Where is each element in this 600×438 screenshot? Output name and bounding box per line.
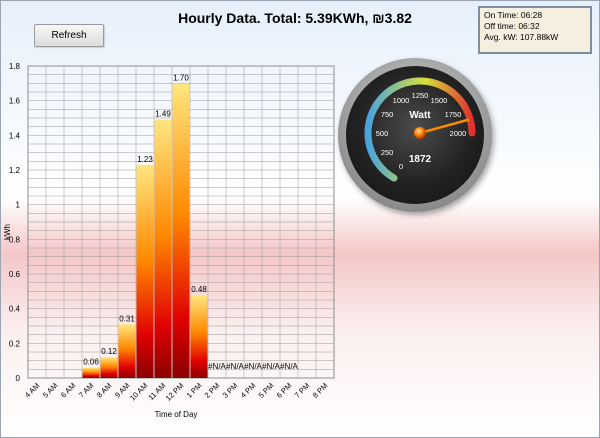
y-tick-label: 1.2: [9, 166, 21, 175]
data-label: 0.31: [119, 314, 135, 323]
x-tick-label: 4 AM: [23, 381, 41, 399]
x-axis-label: Time of Day: [155, 410, 198, 419]
x-tick-label: 12 PM: [164, 381, 186, 403]
gauge-tick: 1750: [445, 110, 462, 119]
data-label: 0.48: [191, 285, 207, 294]
gauge-dial: 0 250 500 750 100012501500 1750 2000 Watt 1872: [364, 77, 476, 182]
data-label: 1.49: [155, 110, 171, 119]
x-tick-label: 7 AM: [77, 381, 95, 399]
data-label: #N/A: [226, 362, 244, 371]
bar: [154, 119, 172, 378]
y-tick-label: 0.6: [9, 270, 21, 279]
y-tick-label: 1.8: [9, 62, 21, 71]
y-tick-label: 1.4: [9, 131, 21, 140]
y-axis-label: kWh: [3, 224, 12, 240]
data-label: 0.06: [83, 358, 99, 367]
data-label: #N/A: [262, 362, 280, 371]
gauge-unit-label: Watt: [409, 110, 431, 121]
data-label: 1.70: [173, 73, 189, 82]
x-tick-label: 5 AM: [41, 381, 59, 399]
gauge-tick: 250: [381, 148, 394, 157]
data-label: 0.12: [101, 347, 117, 356]
x-tick-label: 6 PM: [275, 381, 294, 400]
data-label: #N/A: [244, 362, 262, 371]
gauge-tick: 1250: [412, 91, 429, 100]
watt-gauge: 0 250 500 750 1000 1250 1500 1750 2000 Watt 1872: [338, 58, 492, 212]
x-axis-ticks: 4 AM 5 AM 6 AM 7 AM 8 AM 9 AM10 AM11 AM12 PM 1…: [23, 381, 329, 403]
bar: [136, 164, 154, 378]
gauge-tick: 1000: [393, 96, 410, 105]
hourly-bar-chart: 00.20.40.60.811.21.41.61.8 0.060.120.311…: [3, 62, 335, 419]
gauge-tick: 2000: [450, 129, 467, 138]
gauge-hub: [414, 127, 426, 139]
bar: [190, 294, 208, 378]
bar: [100, 357, 118, 378]
data-label: #N/A: [280, 362, 298, 371]
x-tick-label: 3 PM: [221, 381, 240, 400]
data-label: 1.23: [137, 155, 153, 164]
gauge-value-label: 1872: [409, 154, 432, 165]
y-tick-label: 0: [16, 374, 21, 383]
x-tick-label: 8 PM: [311, 381, 330, 400]
bar: [172, 83, 190, 378]
y-tick-label: 1: [16, 201, 21, 210]
x-tick-label: 4 PM: [239, 381, 258, 400]
x-tick-label: 8 AM: [95, 381, 113, 399]
y-axis-ticks: 00.20.40.60.811.21.41.61.8: [9, 62, 21, 383]
x-tick-label: 11 AM: [146, 381, 167, 402]
y-tick-label: 0.4: [9, 305, 21, 314]
y-tick-label: 0.2: [9, 339, 21, 348]
x-tick-label: 2 PM: [203, 381, 222, 400]
x-tick-label: 10 AM: [128, 381, 149, 402]
y-tick-label: 1.6: [9, 97, 21, 106]
gauge-tick: 750: [381, 110, 394, 119]
x-tick-label: 7 PM: [293, 381, 312, 400]
bar: [82, 367, 100, 378]
x-tick-label: 6 AM: [59, 381, 77, 399]
gauge-tick: 1500: [431, 96, 448, 105]
data-label: #N/A: [208, 362, 226, 371]
x-tick-label: 1 PM: [185, 381, 204, 400]
bar: [118, 324, 136, 378]
x-tick-label: 5 PM: [257, 381, 276, 400]
gauge-tick: 0: [399, 162, 403, 171]
gauge-tick: 500: [376, 129, 389, 138]
